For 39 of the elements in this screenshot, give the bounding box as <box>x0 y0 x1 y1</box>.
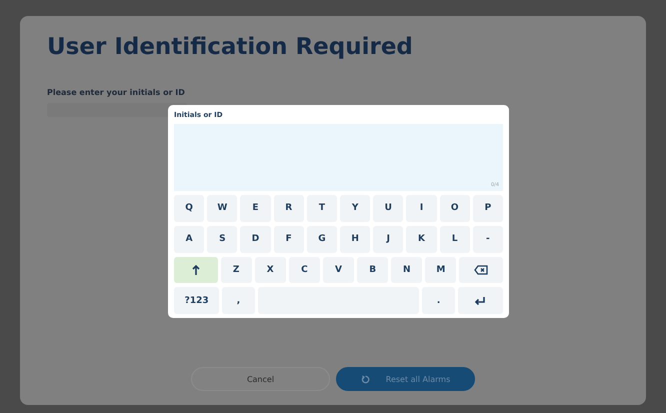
keyboard-key[interactable]: W <box>207 195 238 222</box>
shift-key[interactable] <box>174 256 218 284</box>
keyboard-key[interactable]: D <box>240 226 271 252</box>
keyboard-key[interactable]: Q <box>174 195 204 222</box>
keyboard-key[interactable]: P <box>472 195 504 222</box>
keyboard-key[interactable]: T <box>306 195 338 222</box>
keyboard-key[interactable]: , <box>222 287 255 314</box>
keyboard-key[interactable]: N <box>391 256 422 284</box>
keyboard-key[interactable]: J <box>373 226 404 252</box>
dialog-title: User Identification Required <box>47 34 413 60</box>
prompt-label: Please enter your initials or ID <box>47 88 185 97</box>
keyboard-key[interactable]: Z <box>220 256 252 284</box>
keyboard-key[interactable]: ?123 <box>174 287 220 314</box>
keyboard-key[interactable]: Y <box>340 195 370 222</box>
keyboard-key[interactable]: O <box>440 195 470 222</box>
keyboard-key[interactable]: B <box>357 256 388 284</box>
keyboard-key[interactable]: E <box>240 195 271 222</box>
refresh-icon <box>360 374 370 384</box>
keyboard-key[interactable]: I <box>406 195 437 222</box>
keyboard-key[interactable]: H <box>340 226 370 252</box>
backspace-key[interactable] <box>459 256 504 284</box>
keyboard-key[interactable]: G <box>306 226 338 252</box>
keyboard-key[interactable]: X <box>254 256 286 284</box>
keyboard-key[interactable]: U <box>373 195 404 222</box>
keyboard-key[interactable]: A <box>174 226 204 252</box>
keyboard-key[interactable]: L <box>440 226 470 252</box>
keyboard-key[interactable]: F <box>274 226 304 252</box>
up-arrow-icon <box>192 264 200 275</box>
keyboard-key[interactable]: . <box>422 287 455 314</box>
keyboard-key[interactable]: K <box>406 226 437 252</box>
cancel-button[interactable]: Cancel <box>191 367 330 391</box>
keyboard-key[interactable]: M <box>425 256 456 284</box>
keyboard-key[interactable]: C <box>288 256 320 284</box>
enter-icon <box>474 296 486 306</box>
keyboard-key[interactable]: V <box>322 256 354 284</box>
keyboard-key[interactable]: R <box>274 195 304 222</box>
backspace-icon <box>474 264 488 275</box>
keyboard-key[interactable]: S <box>207 226 238 252</box>
keyboard-key[interactable]: - <box>472 226 504 252</box>
